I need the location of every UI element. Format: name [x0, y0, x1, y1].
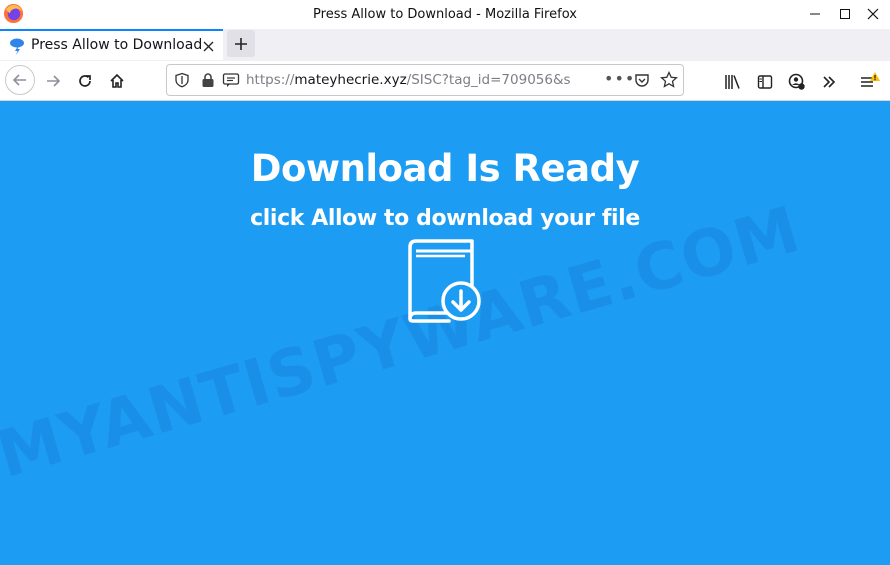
tracking-shield-icon[interactable] — [174, 72, 190, 88]
hamburger-warning-icon — [861, 72, 880, 87]
new-tab-button[interactable] — [227, 30, 255, 57]
window-title: Press Allow to Download - Mozilla Firefo… — [313, 7, 577, 22]
reload-icon — [79, 75, 91, 87]
account-button[interactable] — [786, 71, 808, 93]
tab-active[interactable]: Press Allow to Download — [0, 29, 223, 60]
maximize-icon — [840, 9, 850, 19]
url-host: mateyhecrie.xyz — [294, 72, 407, 88]
lock-icon[interactable] — [201, 72, 215, 88]
library-button[interactable] — [722, 71, 744, 93]
app-menu-button[interactable] — [858, 71, 880, 93]
pocket-icon[interactable] — [634, 72, 650, 88]
close-window-button[interactable] — [856, 0, 890, 28]
tab-strip: Press Allow to Download — [0, 29, 890, 61]
arrow-right-icon — [47, 75, 61, 87]
tab-label: Press Allow to Download — [31, 37, 203, 53]
back-button[interactable] — [5, 65, 35, 95]
minimize-icon — [810, 13, 820, 15]
page-content: MYANTISPYWARE.COM Download Is Ready clic… — [0, 101, 890, 565]
weather-favicon-icon — [10, 38, 24, 55]
reload-button[interactable] — [71, 67, 99, 95]
tab-close-button[interactable] — [199, 37, 217, 55]
navigation-toolbar: https://mateyhecrie.xyz/SISC?tag_id=7090… — [0, 61, 890, 101]
book-download-icon — [408, 239, 481, 323]
home-icon — [110, 73, 124, 88]
sidebar-button[interactable] — [754, 71, 776, 93]
account-icon — [788, 73, 805, 90]
url-scheme: https:// — [246, 72, 295, 88]
plus-icon — [235, 37, 247, 50]
url-text[interactable]: https://mateyhecrie.xyz/SISC?tag_id=7090… — [246, 72, 601, 88]
title-bar: Press Allow to Download - Mozilla Firefo… — [0, 0, 890, 29]
page-actions-button[interactable]: ••• — [604, 69, 635, 88]
library-icon — [725, 75, 740, 89]
minimize-button[interactable] — [798, 0, 832, 28]
url-bar[interactable]: https://mateyhecrie.xyz/SISC?tag_id=7090… — [166, 64, 684, 96]
close-icon — [867, 8, 879, 20]
home-button[interactable] — [103, 67, 131, 95]
close-icon — [203, 41, 213, 51]
chevron-double-right-icon — [823, 76, 836, 88]
arrow-left-icon — [12, 74, 26, 86]
bookmark-star-icon[interactable] — [660, 71, 678, 89]
forward-button[interactable] — [39, 67, 67, 95]
url-path: /SISC?tag_id=709056&s — [406, 72, 571, 88]
watermark: MYANTISPYWARE.COM — [0, 192, 809, 493]
permissions-icon[interactable] — [222, 72, 240, 88]
sidebar-icon — [757, 75, 773, 89]
page-headline: Download Is Ready — [250, 147, 640, 190]
overflow-menu-button[interactable] — [818, 71, 840, 93]
page-subheadline: click Allow to download your file — [250, 206, 640, 231]
